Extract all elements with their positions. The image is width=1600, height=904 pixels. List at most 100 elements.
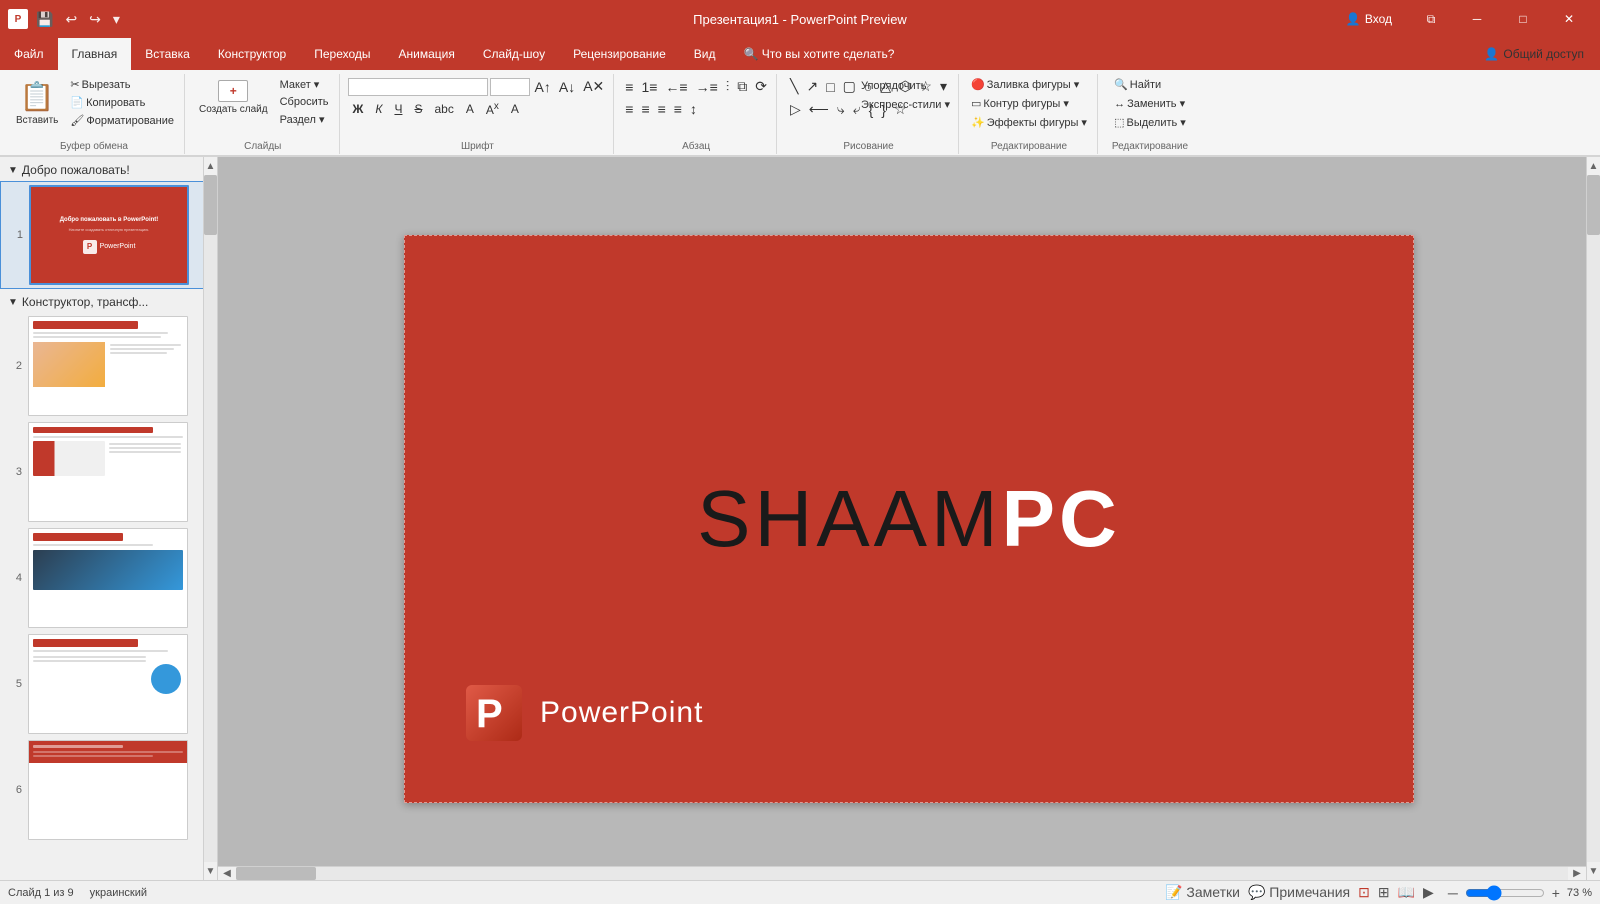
slide-canvas[interactable]: SHAAMPC P bbox=[404, 235, 1414, 803]
section-header-2[interactable]: ▼ Конструктор, трансф... bbox=[0, 289, 217, 313]
italic-button[interactable]: К bbox=[370, 100, 387, 118]
shape10[interactable]: ⟵ bbox=[806, 99, 832, 120]
sign-in-button[interactable]: 👤 Вход bbox=[1338, 8, 1400, 30]
slide-thumb-2[interactable] bbox=[28, 316, 188, 416]
share-button[interactable]: 👤 Общий доступ bbox=[1476, 43, 1592, 65]
slide-thumb-5[interactable] bbox=[28, 634, 188, 734]
arrow-tool[interactable]: ↗ bbox=[803, 76, 821, 97]
align-right-button[interactable]: ≡ bbox=[655, 99, 669, 119]
shape-effects-button[interactable]: ✨ Эффекты фигуры ▾ bbox=[967, 114, 1091, 131]
canvas-scroll-down[interactable]: ▼ bbox=[1587, 862, 1600, 880]
canvas-scrollbar-v[interactable]: ▲ ▼ bbox=[1586, 157, 1600, 880]
quick-styles-button[interactable]: Экспресс-стили ▾ bbox=[857, 96, 954, 113]
tab-home[interactable]: Главная bbox=[58, 38, 132, 70]
replace-button[interactable]: ↔ Заменить ▾ bbox=[1110, 95, 1190, 112]
columns-button[interactable]: ⫶ bbox=[723, 76, 733, 97]
select-button[interactable]: ⬚ Выделить ▾ bbox=[1110, 114, 1190, 131]
decrease-indent-button[interactable]: ←≡ bbox=[662, 77, 690, 97]
shape-outline-button[interactable]: ▭ Контур фигуры ▾ bbox=[967, 95, 1091, 112]
slide-thumb-row-6[interactable]: 6 bbox=[0, 737, 217, 843]
decrease-font-button[interactable]: A↓ bbox=[556, 77, 578, 97]
numbering-button[interactable]: 1≡ bbox=[638, 77, 660, 97]
canvas-scroll-thumb-h[interactable] bbox=[236, 867, 316, 880]
notes-button[interactable]: 📝 Заметки bbox=[1162, 883, 1243, 902]
tab-animations[interactable]: Анимация bbox=[385, 38, 469, 70]
zoom-out-button[interactable]: ─ bbox=[1445, 884, 1461, 902]
scroll-up-button[interactable]: ▲ bbox=[204, 157, 217, 175]
maximize-button[interactable]: □ bbox=[1500, 0, 1546, 38]
slideshow-button[interactable]: ▶ bbox=[1420, 883, 1437, 902]
zoom-range[interactable] bbox=[1465, 885, 1545, 901]
tab-slideshow[interactable]: Слайд-шоу bbox=[469, 38, 559, 70]
shape11[interactable]: ⤷ bbox=[834, 99, 848, 120]
zoom-in-button[interactable]: + bbox=[1549, 884, 1563, 902]
slide-thumb-1[interactable]: Добро пожаловать в PowerPoint! Начните с… bbox=[29, 185, 189, 285]
tab-review[interactable]: Рецензирование bbox=[559, 38, 680, 70]
line-spacing-button[interactable]: ↕ bbox=[687, 99, 700, 119]
format-painter-button[interactable]: 🖌 Форматирование bbox=[66, 112, 178, 129]
redo-button[interactable]: ↪ bbox=[85, 9, 105, 30]
spacing-button[interactable]: abc bbox=[429, 100, 458, 118]
slide-sorter-button[interactable]: ⊞ bbox=[1375, 883, 1393, 902]
scroll-track[interactable] bbox=[204, 175, 217, 862]
smart-art-button[interactable]: ⧉ bbox=[734, 76, 750, 97]
tab-transitions[interactable]: Переходы bbox=[300, 38, 384, 70]
paste-button[interactable]: 📋 Вставить bbox=[10, 76, 64, 130]
increase-font-button[interactable]: A↑ bbox=[532, 77, 554, 97]
canvas-scroll-left[interactable]: ◀ bbox=[218, 867, 236, 880]
cut-button[interactable]: ✂ Вырезать bbox=[66, 76, 178, 93]
slide-thumb-4[interactable] bbox=[28, 528, 188, 628]
slide-thumb-row-1[interactable]: 1 Добро пожаловать в PowerPoint! Начните… bbox=[0, 181, 217, 289]
rect-tool[interactable]: □ bbox=[823, 77, 837, 97]
increase-indent-button[interactable]: →≡ bbox=[693, 77, 721, 97]
canvas-scroll-track-v[interactable] bbox=[1587, 175, 1600, 862]
comments-button[interactable]: 💬 Примечания bbox=[1245, 883, 1353, 902]
slide-thumb-row-5[interactable]: 5 bbox=[0, 631, 217, 737]
slide-panel-scrollbar[interactable]: ▲ ▼ bbox=[203, 157, 217, 880]
section-button[interactable]: Раздел ▾ bbox=[276, 111, 333, 128]
align-left-button[interactable]: ≡ bbox=[622, 99, 636, 119]
save-button[interactable]: 💾 bbox=[32, 9, 57, 30]
underline-button[interactable]: Ч bbox=[389, 100, 407, 118]
canvas-scroll-thumb-v[interactable] bbox=[1587, 175, 1600, 235]
restore-button[interactable]: ⧉ bbox=[1408, 0, 1454, 38]
canvas-scrollbar-h[interactable]: ◀ ▶ bbox=[218, 866, 1586, 880]
tab-design[interactable]: Конструктор bbox=[204, 38, 300, 70]
undo-button[interactable]: ↩ bbox=[61, 9, 81, 30]
new-slide-button[interactable]: + Создать слайд bbox=[193, 76, 274, 119]
close-button[interactable]: ✕ bbox=[1546, 0, 1592, 38]
shape-fill-button[interactable]: 🔴 Заливка фигуры ▾ bbox=[967, 76, 1091, 93]
tab-search[interactable]: 🔍 Что вы хотите сделать? bbox=[729, 38, 908, 70]
clear-format-button[interactable]: A✕ bbox=[580, 76, 607, 97]
canvas-scroll-track-h[interactable] bbox=[236, 867, 1568, 880]
slide-thumb-row-3[interactable]: 3 bbox=[0, 419, 217, 525]
customize-button[interactable]: ▾ bbox=[109, 9, 124, 30]
reset-button[interactable]: Сбросить bbox=[276, 94, 333, 110]
arrange-button[interactable]: Упорядочить bbox=[857, 78, 954, 94]
slide-panel-scroll[interactable]: ▼ Добро пожаловать! 1 Добро пожаловать в… bbox=[0, 157, 217, 880]
font-size-selector[interactable] bbox=[490, 78, 530, 96]
scroll-down-button[interactable]: ▼ bbox=[204, 862, 217, 880]
scroll-thumb[interactable] bbox=[204, 175, 217, 235]
slide-thumb-3[interactable] bbox=[28, 422, 188, 522]
tab-file[interactable]: Файл bbox=[0, 38, 58, 70]
slide-thumb-row-4[interactable]: 4 bbox=[0, 525, 217, 631]
text-direction-button[interactable]: ⟳ bbox=[752, 76, 770, 97]
normal-view-button[interactable]: ⊡ bbox=[1355, 883, 1373, 902]
reading-view-button[interactable]: 📖 bbox=[1395, 883, 1418, 902]
section-header-1[interactable]: ▼ Добро пожаловать! bbox=[0, 157, 217, 181]
shape9[interactable]: ▷ bbox=[787, 99, 804, 120]
tab-view[interactable]: Вид bbox=[680, 38, 730, 70]
minimize-button[interactable]: ─ bbox=[1454, 0, 1500, 38]
canvas-scroll-up[interactable]: ▲ bbox=[1587, 157, 1600, 175]
font-name-selector[interactable] bbox=[348, 78, 488, 96]
bold-button[interactable]: Ж bbox=[348, 100, 369, 118]
copy-button[interactable]: 📄 Копировать bbox=[66, 94, 178, 111]
bullets-button[interactable]: ≡ bbox=[622, 77, 636, 97]
tab-insert[interactable]: Вставка bbox=[131, 38, 204, 70]
align-center-button[interactable]: ≡ bbox=[638, 99, 652, 119]
find-button[interactable]: 🔍 Найти bbox=[1110, 76, 1190, 93]
canvas-scroll-right[interactable]: ▶ bbox=[1568, 867, 1586, 880]
superscript-button[interactable]: Ax bbox=[481, 99, 504, 119]
font-color-button[interactable]: А bbox=[461, 100, 479, 118]
